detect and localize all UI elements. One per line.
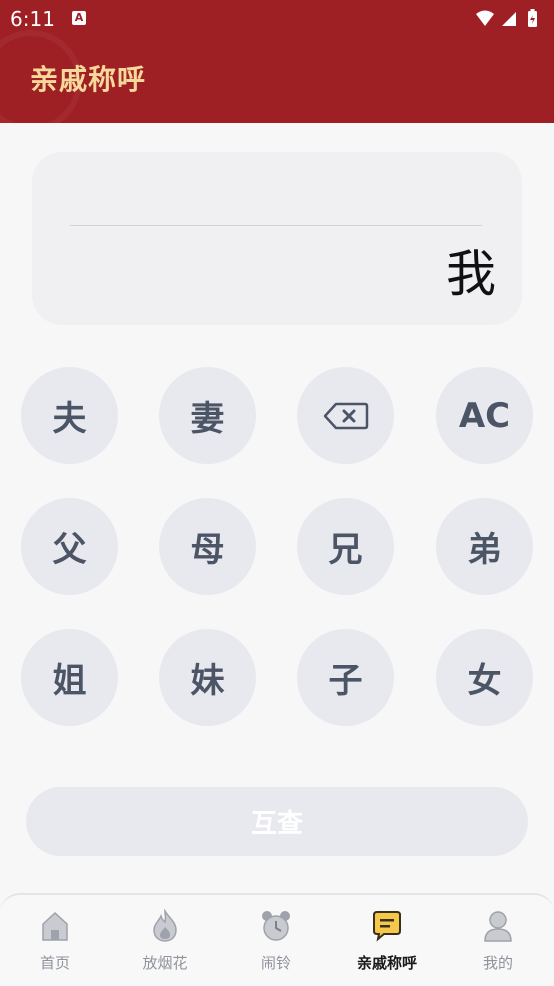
key-younger-sister[interactable]: 妹 — [159, 629, 256, 726]
backspace-button[interactable] — [297, 367, 394, 464]
tab-fireworks-label: 放烟花 — [142, 954, 188, 972]
result-text: 我 — [446, 245, 496, 303]
chat-note-icon — [373, 911, 401, 942]
home-icon — [42, 911, 68, 941]
flame-icon — [153, 909, 177, 942]
display-divider — [70, 225, 482, 226]
bottom-tab-bar: 首页 放烟花 闹铃 亲戚称呼 我的 — [0, 893, 554, 986]
key-son[interactable]: 子 — [297, 629, 394, 726]
status-time: 6:11 — [10, 7, 55, 31]
tab-profile[interactable]: 我的 — [443, 895, 553, 986]
key-elder-brother[interactable]: 兄 — [297, 498, 394, 595]
key-wife[interactable]: 妻 — [159, 367, 256, 464]
app-header: 6:11 A 亲戚称呼 — [0, 0, 554, 123]
status-bar: 6:11 A — [0, 0, 554, 38]
tab-home-label: 首页 — [39, 954, 70, 972]
tab-alarm[interactable]: 闹铃 — [221, 895, 331, 986]
tab-alarm-label: 闹铃 — [260, 954, 291, 972]
key-elder-sister[interactable]: 姐 — [21, 629, 118, 726]
status-icons — [474, 8, 544, 34]
user-icon — [484, 911, 512, 942]
tab-profile-label: 我的 — [482, 954, 513, 972]
wifi-signal-battery-icon — [476, 9, 537, 27]
page-title: 亲戚称呼 — [30, 63, 147, 96]
backspace-icon — [323, 402, 368, 429]
tab-relatives-label: 亲戚称呼 — [356, 954, 417, 972]
tab-fireworks[interactable]: 放烟花 — [110, 895, 220, 986]
key-mother[interactable]: 母 — [159, 498, 256, 595]
alarm-clock-icon — [262, 911, 290, 941]
notification-icon: A — [72, 11, 86, 25]
key-daughter[interactable]: 女 — [436, 629, 533, 726]
query-button[interactable]: 互查 — [26, 787, 528, 856]
clear-button[interactable]: AC — [436, 367, 533, 464]
tab-relatives[interactable]: 亲戚称呼 — [332, 895, 442, 986]
key-father[interactable]: 父 — [21, 498, 118, 595]
tab-home[interactable]: 首页 — [0, 895, 110, 986]
relation-display: 我 — [32, 152, 522, 325]
key-younger-brother[interactable]: 弟 — [436, 498, 533, 595]
key-husband[interactable]: 夫 — [21, 367, 118, 464]
